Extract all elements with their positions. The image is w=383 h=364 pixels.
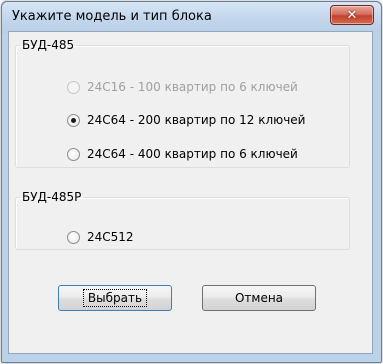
- radio-button[interactable]: [67, 113, 80, 127]
- radio-option-24c64-200[interactable]: 24C64 - 200 квартир по 12 ключей: [67, 112, 305, 128]
- cancel-button-label[interactable]: Отмена: [235, 291, 283, 305]
- group-legend-bud-485: БУД-485: [22, 38, 75, 52]
- radio-option-24c16-100: 24C16 - 100 квартир по 6 ключей: [67, 79, 298, 95]
- radio-option-24c64-400[interactable]: 24C64 - 400 квартир по 6 ключей: [67, 146, 298, 162]
- radio-label[interactable]: 24C64 - 400 квартир по 6 ключей: [87, 147, 298, 161]
- radio-button: [67, 80, 80, 94]
- select-button[interactable]: Выбрать: [58, 285, 172, 311]
- select-button-label[interactable]: Выбрать: [82, 289, 148, 307]
- group-bud-485r: БУД-485Р: [15, 190, 350, 250]
- radio-option-24c512[interactable]: 24C512: [67, 229, 134, 245]
- cancel-button[interactable]: Отмена: [202, 285, 316, 311]
- window-title: Укажите модель и тип блока: [12, 9, 212, 24]
- title-bar[interactable]: Укажите модель и тип блока ✕: [2, 2, 381, 33]
- radio-label[interactable]: 24C64 - 200 квартир по 12 ключей: [87, 113, 305, 127]
- radio-button[interactable]: [67, 147, 80, 161]
- radio-button[interactable]: [67, 230, 80, 244]
- close-icon: ✕: [346, 7, 358, 23]
- radio-label: 24C16 - 100 квартир по 6 ключей: [87, 80, 298, 94]
- radio-label[interactable]: 24C512: [87, 230, 134, 244]
- group-legend-bud-485r: БУД-485Р: [22, 190, 82, 204]
- close-button[interactable]: ✕: [330, 5, 374, 25]
